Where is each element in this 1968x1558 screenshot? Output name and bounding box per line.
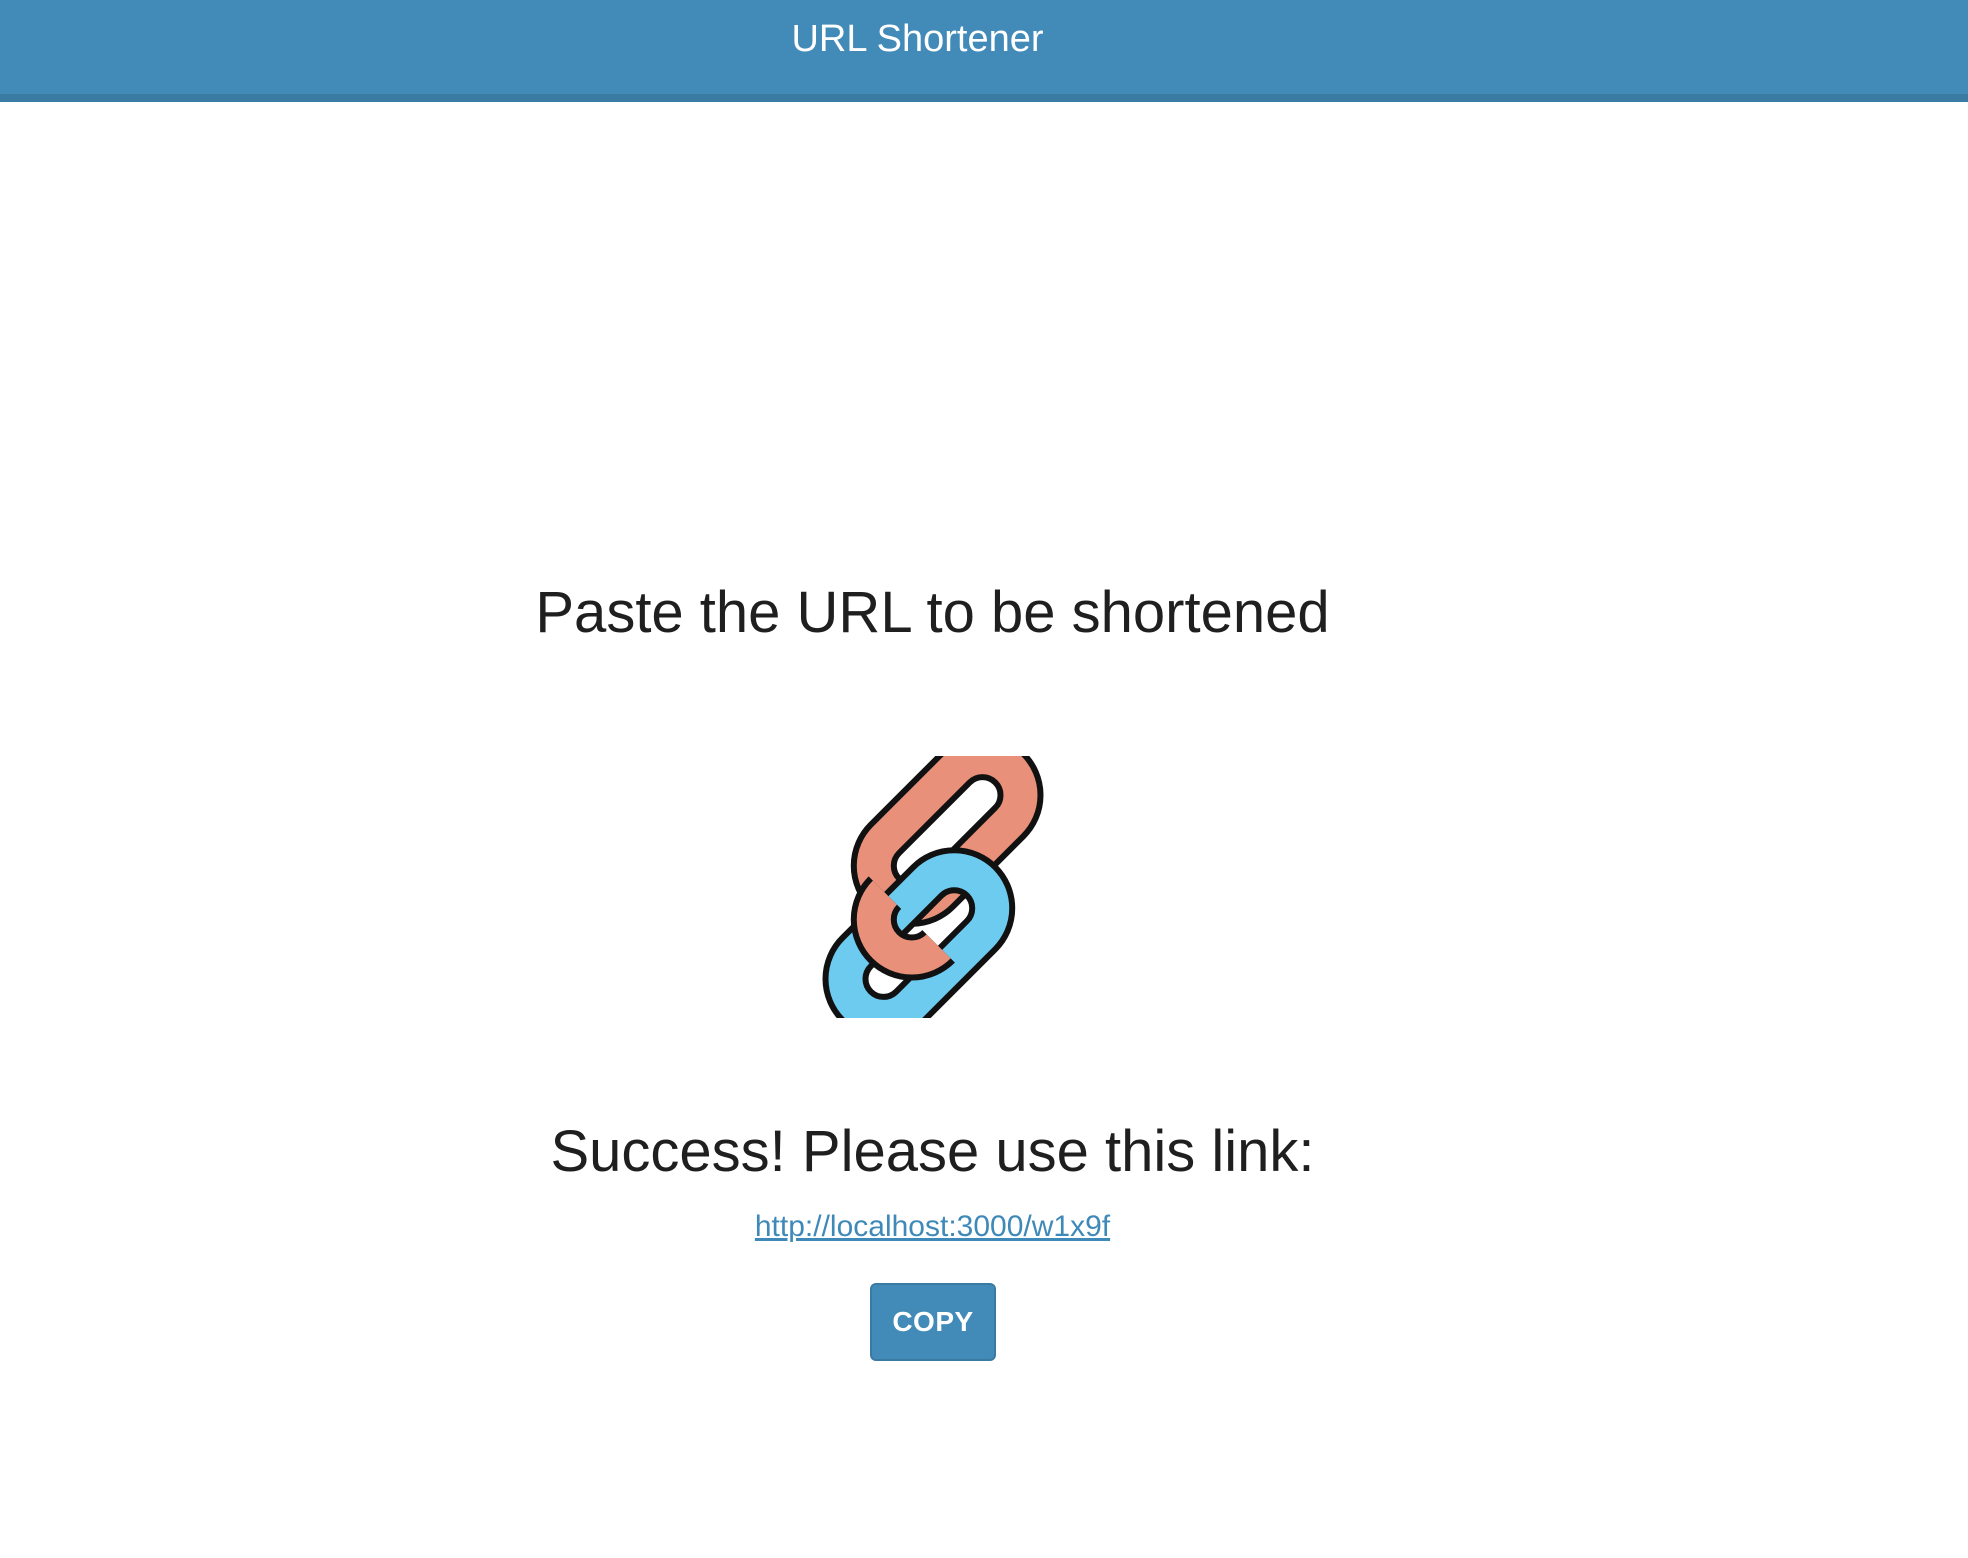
short-url-link[interactable]: http://localhost:3000/w1x9f: [755, 1210, 1110, 1243]
short-link-row: http://localhost:3000/w1x9f: [0, 1207, 1865, 1247]
top-bar: URL Shortener: [0, 0, 1968, 102]
app-title: URL Shortener: [791, 18, 1044, 60]
success-message: Success! Please use this link:: [550, 1119, 1315, 1184]
copy-button[interactable]: COPY: [870, 1283, 996, 1361]
chain-link-icon: [822, 756, 1044, 1018]
prompt-heading: Paste the URL to be shortened: [535, 580, 1330, 645]
